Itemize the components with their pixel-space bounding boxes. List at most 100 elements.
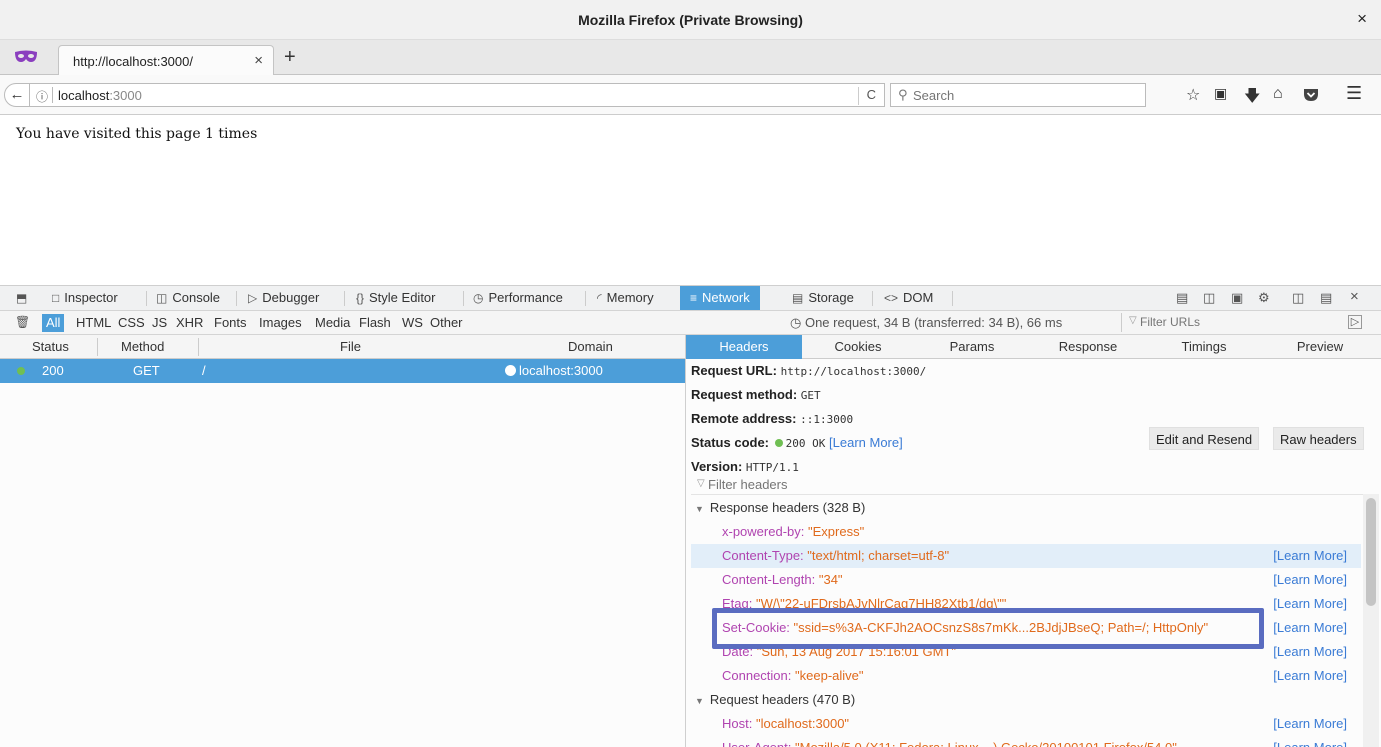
screenshot-icon[interactable]: ▣ <box>1231 290 1243 306</box>
header-row[interactable]: Connection: "keep-alive" [Learn More] <box>691 664 1361 688</box>
learn-more-link[interactable]: [Learn More] <box>1273 736 1347 747</box>
tab-timings[interactable]: Timings <box>1146 335 1262 359</box>
row-file: / <box>202 363 206 378</box>
search-bar[interactable]: ⚲ <box>890 83 1146 107</box>
tab-storage[interactable]: ▤ Storage <box>792 286 854 310</box>
set-cookie-highlight-box <box>712 608 1264 649</box>
filter-flash[interactable]: Flash <box>357 314 393 332</box>
toggle-details-panel-icon[interactable]: ▷ <box>1348 315 1362 329</box>
tab-console[interactable]: ◫ Console <box>156 286 220 310</box>
filter-other[interactable]: Other <box>428 314 465 332</box>
header-row[interactable]: Host: "localhost:3000" [Learn More] <box>691 712 1361 736</box>
reload-icon[interactable]: C <box>857 87 876 105</box>
settings-gear-icon[interactable]: ⚙ <box>1258 290 1270 306</box>
learn-more-link[interactable]: [Learn More] <box>1273 592 1347 616</box>
learn-more-link[interactable]: [Learn More] <box>1273 544 1347 568</box>
filter-ws[interactable]: WS <box>400 314 425 332</box>
filter-css[interactable]: CSS <box>116 314 147 332</box>
tab-performance[interactable]: ◷ Performance <box>473 286 563 310</box>
tab-params[interactable]: Params <box>914 335 1030 359</box>
pocket-icon[interactable] <box>1303 88 1319 102</box>
tab-memory-label: Memory <box>606 290 654 305</box>
filter-all[interactable]: All <box>42 314 65 332</box>
column-file[interactable]: File <box>340 335 361 359</box>
menu-icon[interactable]: ☰ <box>1346 83 1362 104</box>
status-learn-more-link[interactable]: [Learn More] <box>829 435 903 450</box>
pick-element-icon[interactable]: ⬒ <box>16 286 32 310</box>
header-name-text: User-Agent: <box>722 740 791 747</box>
url-text: localhost:3000 <box>58 88 142 103</box>
tab-strip: http://localhost:3000/ × + <box>0 40 1381 76</box>
header-row[interactable]: x-powered-by: "Express" <box>691 520 1361 544</box>
filter-urls-box[interactable]: ▽ <box>1121 313 1343 332</box>
header-name-text: Content-Length: <box>722 572 816 587</box>
tab-network[interactable]: ≡ Network <box>680 286 760 310</box>
search-icon: ⚲ <box>898 87 908 102</box>
devtools-close-icon[interactable]: × <box>1350 288 1359 305</box>
column-separator <box>97 338 98 356</box>
window-close-button[interactable]: × <box>1357 9 1367 29</box>
site-info-icon[interactable]: ⓘ <box>36 88 48 105</box>
filter-headers-box[interactable]: ▽ <box>691 475 1365 495</box>
url-port: :3000 <box>109 88 142 103</box>
tab-dom[interactable]: <> DOM <box>884 286 933 310</box>
header-row[interactable]: Content-Length: "34" [Learn More] <box>691 568 1361 592</box>
clear-trash-icon[interactable]: 🗑 <box>15 315 30 329</box>
url-bar[interactable]: ⓘ localhost:3000 C <box>29 83 885 107</box>
tab-memory[interactable]: ◜ Memory <box>597 286 654 310</box>
tab-close-icon[interactable]: × <box>254 52 263 69</box>
column-status[interactable]: Status <box>32 335 69 359</box>
tab-network-label: Network <box>702 290 750 305</box>
row-method: GET <box>133 363 160 378</box>
filter-headers-input[interactable] <box>708 476 1308 493</box>
tab-preview[interactable]: Preview <box>1262 335 1378 359</box>
browser-tab[interactable]: http://localhost:3000/ × <box>58 45 274 76</box>
learn-more-link[interactable]: [Learn More] <box>1273 712 1347 736</box>
tab-style-editor[interactable]: {} Style Editor <box>356 286 436 310</box>
filter-html[interactable]: HTML <box>74 314 113 332</box>
request-headers-section[interactable]: ▼ Request headers (470 B) <box>691 688 1361 712</box>
request-details: Headers Cookies Params Response Timings … <box>686 335 1381 747</box>
header-value: "localhost:3000" <box>755 716 850 731</box>
storage-icon: ▤ <box>792 291 804 305</box>
learn-more-link[interactable]: [Learn More] <box>1273 568 1347 592</box>
dock-side-icon[interactable]: ◫ <box>1292 290 1304 306</box>
filter-images[interactable]: Images <box>257 314 304 332</box>
learn-more-link[interactable]: [Learn More] <box>1273 616 1347 640</box>
filter-media[interactable]: Media <box>313 314 352 332</box>
search-input[interactable] <box>913 86 1139 104</box>
raw-headers-button[interactable]: Raw headers <box>1273 427 1364 450</box>
back-button[interactable]: ← <box>4 83 30 107</box>
filter-xhr[interactable]: XHR <box>174 314 205 332</box>
devtools-toolbar: ⬒ □ Inspector ◫ Console ▷ Debugger {} Style … <box>0 286 1381 311</box>
column-method[interactable]: Method <box>121 335 164 359</box>
scrollbar-thumb[interactable] <box>1366 498 1376 606</box>
responsive-mode-icon[interactable]: ◫ <box>1203 290 1215 306</box>
learn-more-link[interactable]: [Learn More] <box>1273 664 1347 688</box>
tab-debugger[interactable]: ▷ Debugger <box>248 286 319 310</box>
column-domain[interactable]: Domain <box>568 335 613 359</box>
home-icon[interactable]: ⌂ <box>1273 85 1283 103</box>
reading-list-icon[interactable]: ▣ <box>1214 85 1227 102</box>
header-name-text: x-powered-by: <box>722 524 805 539</box>
tab-inspector[interactable]: □ Inspector <box>52 286 118 310</box>
filter-js[interactable]: JS <box>150 314 169 332</box>
learn-more-link[interactable]: [Learn More] <box>1273 640 1347 664</box>
header-row[interactable]: User-Agent: "Mozilla/5.0 (X11; Fedora; L… <box>691 736 1361 747</box>
filter-fonts[interactable]: Fonts <box>212 314 249 332</box>
headers-scrollbar[interactable] <box>1363 494 1379 747</box>
star-icon[interactable]: ☆ <box>1186 85 1200 105</box>
split-console-icon[interactable]: ▤ <box>1176 290 1188 306</box>
table-row[interactable]: 200 GET / localhost:3000 <box>0 359 685 383</box>
filter-urls-input[interactable] <box>1140 314 1340 330</box>
tab-response[interactable]: Response <box>1030 335 1146 359</box>
response-headers-section[interactable]: ▼ Response headers (328 B) <box>691 496 1361 520</box>
download-icon[interactable]: 🡇 <box>1244 85 1260 112</box>
header-row[interactable]: Content-Type: "text/html; charset=utf-8"… <box>691 544 1361 568</box>
tab-headers[interactable]: Headers <box>686 335 802 359</box>
edit-and-resend-button[interactable]: Edit and Resend <box>1149 427 1260 450</box>
tab-cookies[interactable]: Cookies <box>802 335 914 359</box>
undock-window-icon[interactable]: ▤ <box>1320 290 1332 306</box>
new-tab-button[interactable]: + <box>284 46 296 69</box>
toolbar-separator <box>952 291 953 306</box>
